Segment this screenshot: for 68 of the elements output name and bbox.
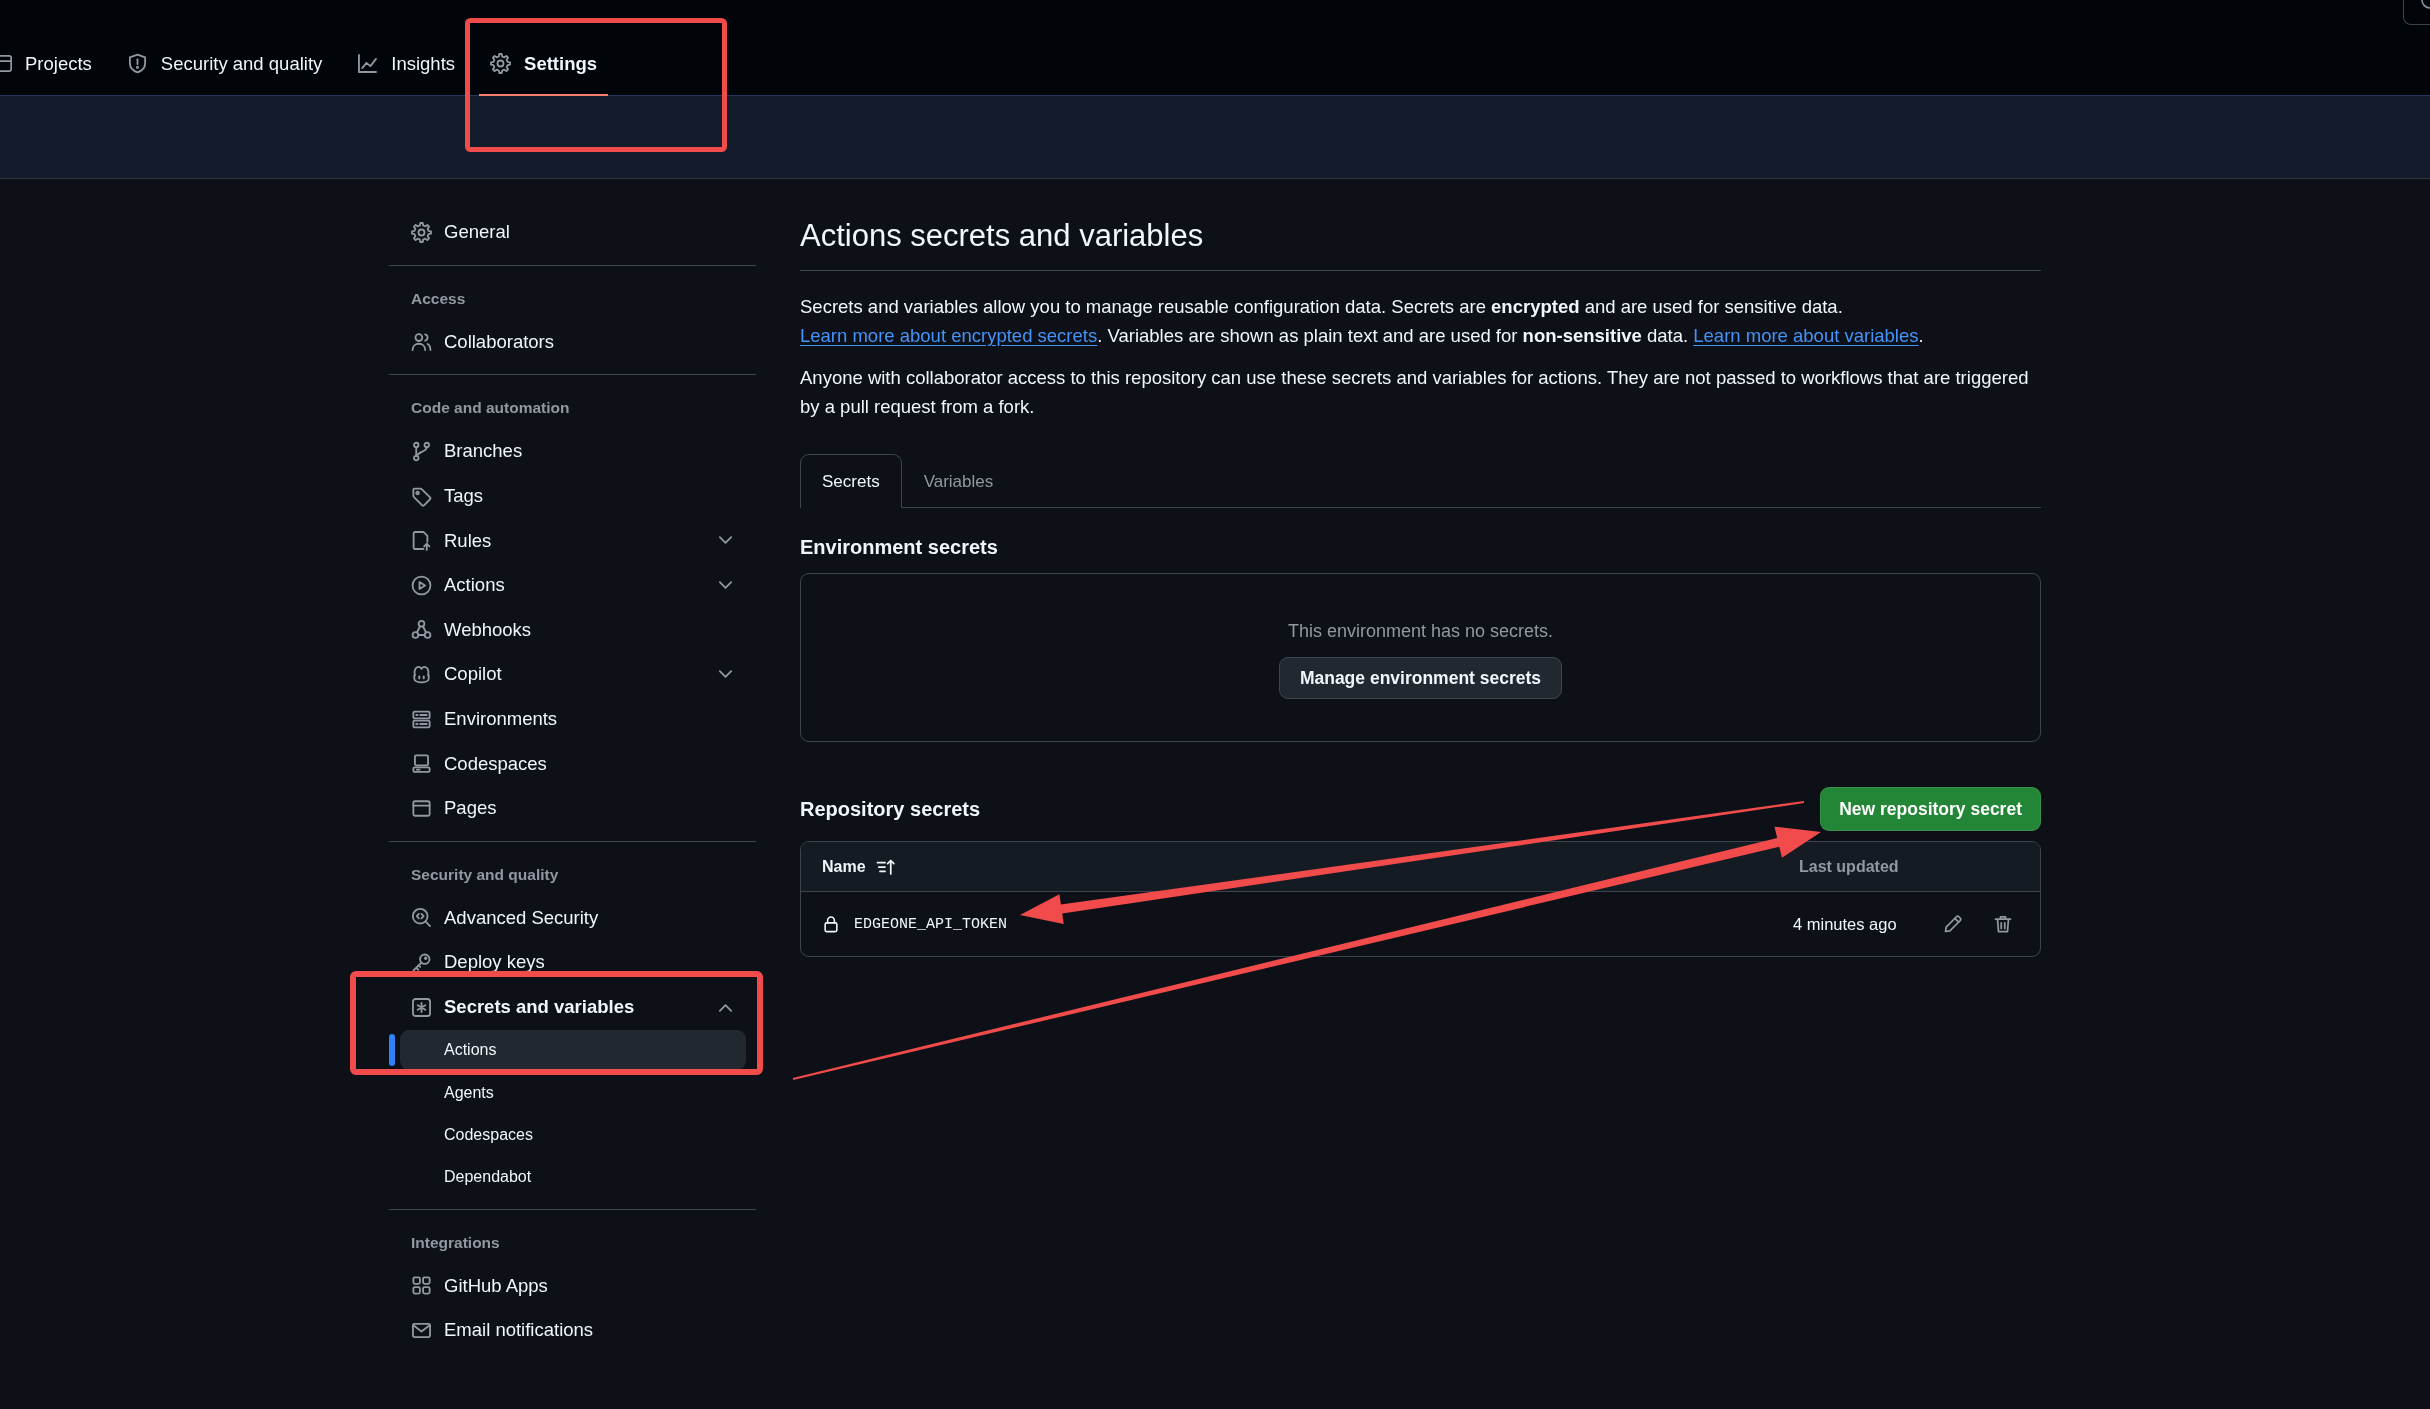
gear-icon	[411, 221, 432, 243]
line-graph-icon	[357, 53, 379, 74]
note-text: Anyone with collaborator access to this repository can use these secrets and variables for actions. They are not passed to workflows that are triggered by a pull request from a fork.	[800, 366, 2030, 419]
people-icon	[411, 331, 432, 353]
section-heading: Code and automation	[410, 398, 571, 419]
sidebar-subitem[interactable]: Agents	[400, 1077, 746, 1108]
server-icon	[411, 708, 432, 730]
sidebar-item[interactable]: Codespaces	[400, 748, 746, 779]
asterisk-icon	[411, 996, 432, 1018]
code-search-icon	[411, 907, 432, 929]
sidebar-item[interactable]: Collaborators	[400, 326, 746, 357]
page-title: Actions secrets and variables	[800, 210, 2041, 271]
section-heading: Repository secrets	[800, 797, 981, 822]
secret-name: EDGEONE_API_TOKEN	[854, 915, 1008, 933]
manage-secrets-button[interactable]: Manage environment secrets	[1278, 657, 1563, 699]
sidebar-item[interactable]: Branches	[400, 436, 746, 467]
section-heading: Access	[410, 288, 467, 309]
section-heading: Security and quality	[410, 864, 560, 885]
link[interactable]: Learn more about variables	[1693, 325, 1919, 346]
sidebar-item[interactable]: General	[400, 217, 746, 248]
browser-window-icon	[411, 797, 432, 819]
sidebar-item[interactable]: Email notifications	[400, 1315, 746, 1346]
column-header: Last updated	[1799, 857, 1900, 876]
nav-tab[interactable]: Security and quality	[115, 33, 334, 96]
new-secret-button[interactable]: New repository secret	[1820, 787, 2041, 831]
section-heading: Integrations	[410, 1232, 501, 1253]
sidebar-item[interactable]: Advanced Security	[400, 902, 746, 933]
sidebar-item[interactable]: Copilot	[400, 659, 746, 690]
sidebar-subitem[interactable]: Actions	[400, 1030, 746, 1071]
tab[interactable]: Secrets	[800, 454, 902, 508]
play-circle-icon	[411, 574, 432, 596]
table-icon	[0, 53, 12, 74]
sidebar-item[interactable]: Actions	[400, 570, 746, 601]
lock-icon	[822, 915, 840, 933]
sidebar-item[interactable]: Deploy keys	[400, 947, 746, 978]
sidebar-item[interactable]: Secrets and variables	[400, 992, 746, 1022]
pencil-icon	[1943, 914, 1963, 934]
sidebar-item[interactable]: Pages	[400, 793, 746, 824]
sidebar-subitem[interactable]: Codespaces	[400, 1120, 746, 1151]
tag-icon	[411, 485, 432, 507]
tab[interactable]: Variables	[901, 454, 1016, 508]
timestamp: 4 minutes ago	[1793, 914, 1898, 934]
shield-alert-icon	[126, 53, 148, 74]
trash-icon	[1993, 914, 2013, 934]
ring-icon	[2421, 0, 2430, 9]
nav-tab[interactable]: Insights	[346, 33, 467, 96]
sidebar-item[interactable]: Environments	[400, 704, 746, 735]
nav-tab[interactable]: Projects	[0, 33, 103, 96]
sidebar-item[interactable]: Tags	[400, 481, 746, 512]
robot-icon	[411, 663, 432, 685]
grid-icon	[411, 1275, 432, 1297]
computer-icon	[411, 753, 432, 775]
empty-message: This environment has no secrets.	[1287, 620, 1554, 643]
icon-button[interactable]	[2403, 0, 2430, 25]
sidebar-item[interactable]: GitHub Apps	[400, 1270, 746, 1301]
selection-indicator	[389, 1034, 395, 1067]
description-text: Secrets and variables allow you to manage reusable configuration data. Secrets are encrypted and are used for sensitive data. Learn more about encrypted secrets. Variables are shown as plain text and are used for non-sensitive data. Learn more about variables.	[800, 295, 1925, 348]
sidebar-subitem[interactable]: Dependabot	[400, 1162, 746, 1193]
sidebar-item[interactable]: Webhooks	[400, 614, 746, 645]
column-header[interactable]: Name	[822, 856, 896, 877]
section-heading: Environment secrets	[800, 535, 999, 560]
gear-icon	[490, 53, 512, 74]
key-icon	[411, 951, 432, 973]
link[interactable]: Learn more about encrypted secrets	[800, 325, 1098, 346]
sidebar-item[interactable]: Rules	[400, 525, 746, 556]
file-arrow-icon	[411, 530, 432, 552]
branch-icon	[411, 441, 432, 462]
nodes-icon	[411, 619, 432, 641]
